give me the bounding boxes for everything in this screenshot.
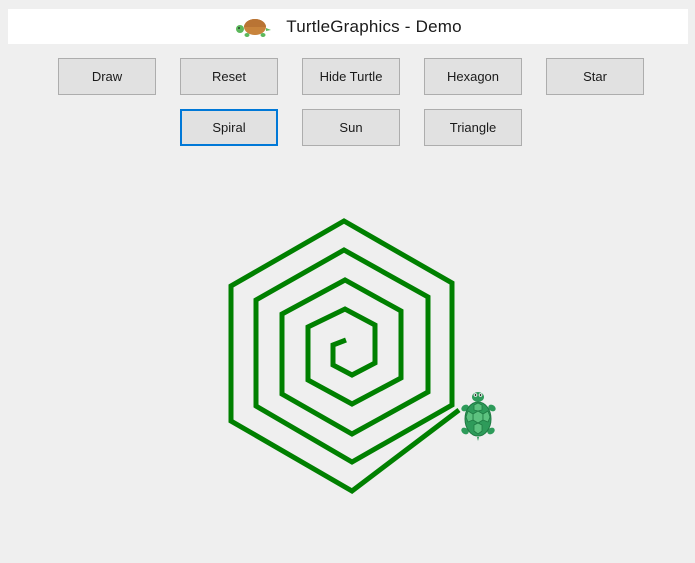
triangle-button[interactable]: Triangle (424, 109, 522, 146)
draw-button[interactable]: Draw (58, 58, 156, 95)
hexagon-spiral-path (228, 218, 461, 494)
reset-button[interactable]: Reset (180, 58, 278, 95)
hexagon-button[interactable]: Hexagon (424, 58, 522, 95)
turtle-logo-icon (236, 18, 272, 37)
window-title: TurtleGraphics - Demo (286, 16, 462, 36)
spiral-button[interactable]: Spiral (180, 109, 278, 146)
turtle-icon (461, 392, 496, 441)
title-bar: TurtleGraphics - Demo (8, 9, 688, 44)
hide-turtle-button[interactable]: Hide Turtle (302, 58, 400, 95)
star-button[interactable]: Star (546, 58, 644, 95)
sun-button[interactable]: Sun (302, 109, 400, 146)
